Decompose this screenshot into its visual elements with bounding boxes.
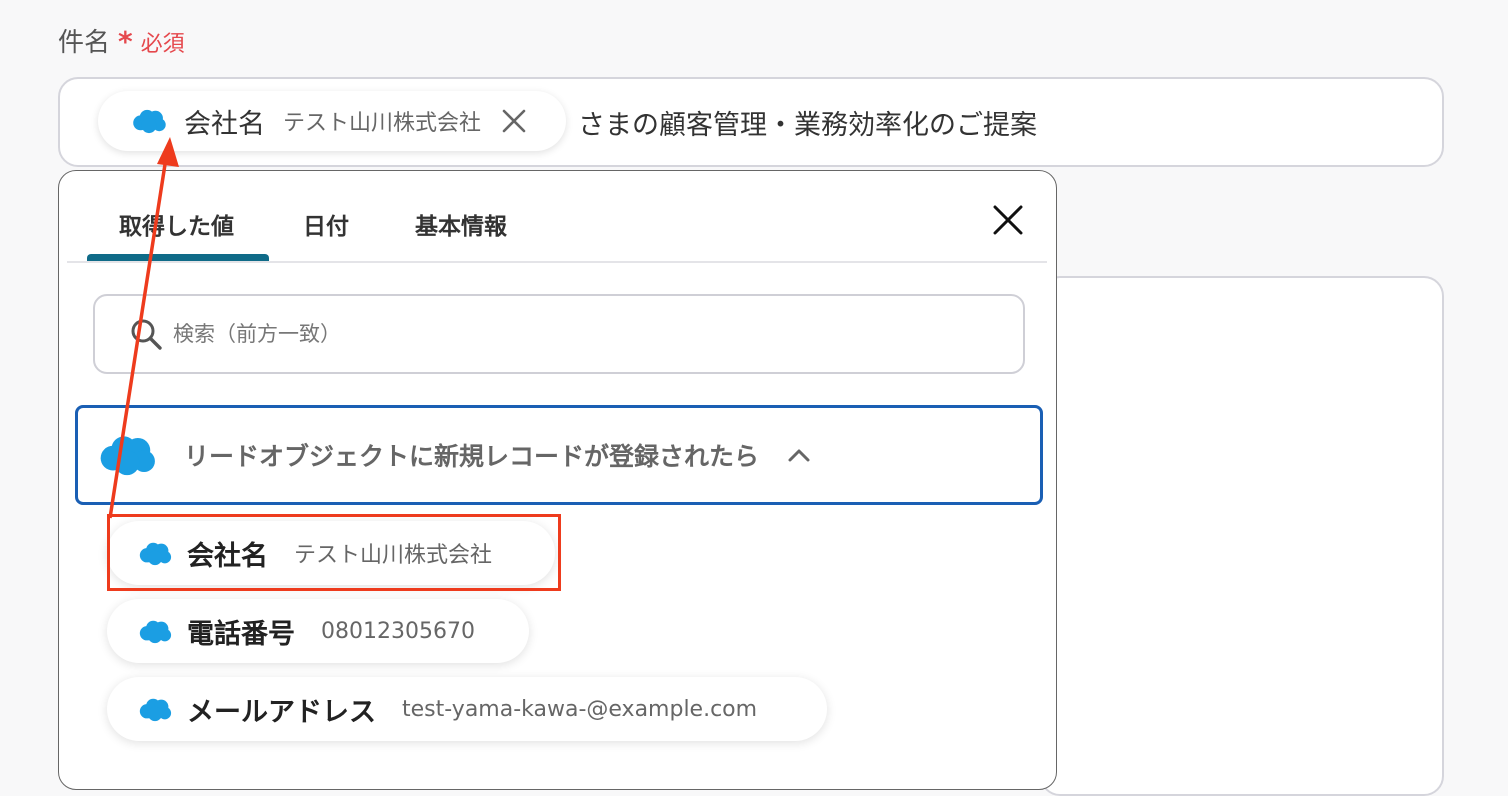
- list-item-email[interactable]: メールアドレス test-yama-kawa-@example.com: [107, 677, 827, 741]
- salesforce-cloud-icon: [100, 436, 155, 476]
- subject-text: さまの顧客管理・業務効率化のご提案: [578, 110, 1037, 141]
- chevron-up-icon[interactable]: [787, 447, 811, 463]
- tab-basic-info[interactable]: 基本情報: [415, 207, 507, 241]
- search-input[interactable]: [171, 321, 955, 347]
- item-value: 08012305670: [321, 618, 475, 644]
- required-star: *: [118, 25, 133, 58]
- active-tab-indicator: [87, 254, 269, 261]
- close-icon[interactable]: [501, 108, 527, 134]
- section-lead-object-trigger[interactable]: リードオブジェクトに新規レコードが登録されたら: [75, 405, 1043, 505]
- variable-token-company[interactable]: 会社名 テスト山川株式会社: [98, 91, 566, 151]
- item-name: メールアドレス: [187, 696, 376, 728]
- token-value: テスト山川株式会社: [283, 111, 482, 136]
- item-value: test-yama-kawa-@example.com: [402, 696, 758, 722]
- close-icon[interactable]: [991, 203, 1025, 237]
- variable-picker-popup: 取得した値 日付 基本情報 リードオブジェクトに新規レコードが登録されたら: [58, 170, 1057, 790]
- tab-fetched-values[interactable]: 取得した値: [119, 207, 234, 241]
- subject-label: 件名 * 必須: [58, 22, 185, 59]
- section-title: リードオブジェクトに新規レコードが登録されたら: [184, 442, 760, 471]
- token-name: 会社名: [184, 108, 265, 140]
- search-icon: [131, 319, 162, 350]
- subject-label-text: 件名: [58, 28, 111, 58]
- list-item-phone[interactable]: 電話番号 08012305670: [107, 599, 529, 663]
- salesforce-cloud-icon: [139, 620, 172, 643]
- search-field[interactable]: [93, 294, 1025, 374]
- body-input[interactable]: [1040, 276, 1444, 796]
- tab-date[interactable]: 日付: [303, 207, 349, 241]
- required-text: 必須: [140, 32, 185, 57]
- item-name: 電話番号: [187, 618, 295, 650]
- tab-bar: 取得した値 日付 基本情報: [67, 171, 1047, 263]
- salesforce-cloud-icon: [133, 109, 166, 134]
- annotation-highlight-box: [107, 514, 561, 591]
- salesforce-cloud-icon: [139, 698, 172, 721]
